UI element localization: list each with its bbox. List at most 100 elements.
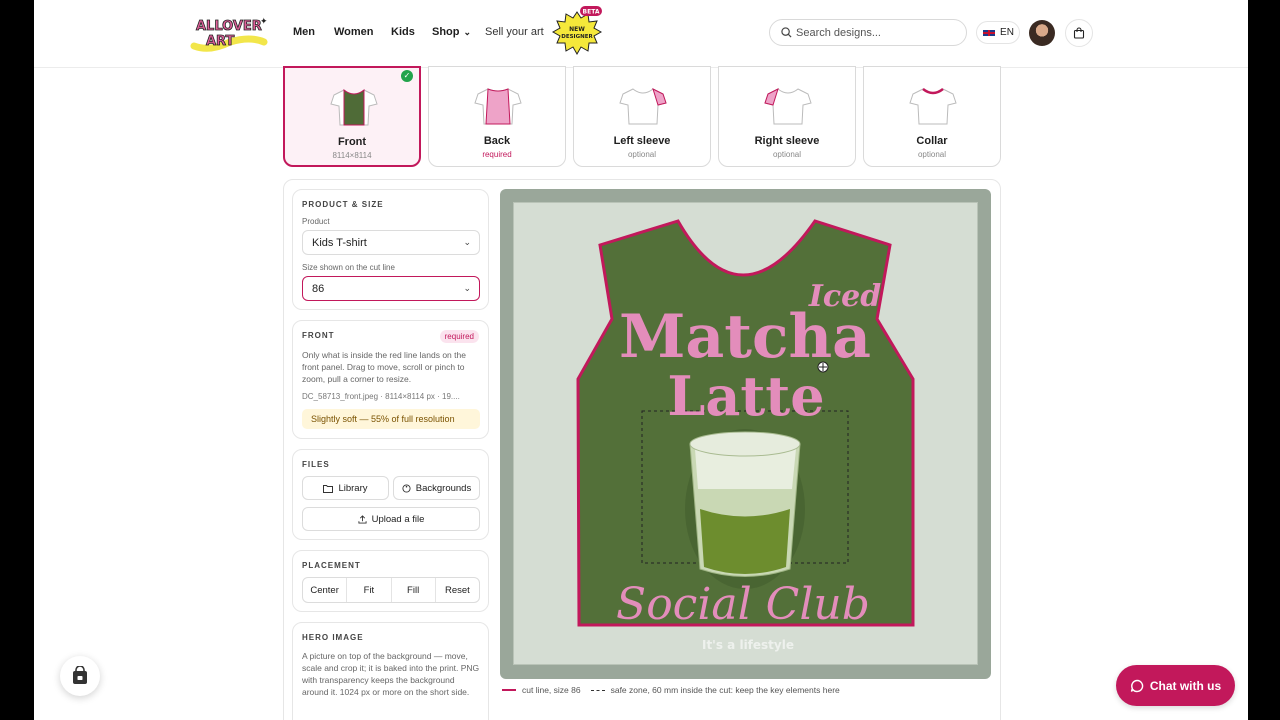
safe-zone-legend: safe zone, 60 mm inside the cut: keep th… [610,685,840,695]
search-input[interactable] [796,24,956,42]
backgrounds-button[interactable]: Backgrounds [393,476,480,500]
tshirt-left-sleeve-icon [619,88,667,125]
chat-button[interactable]: Chat with us [1116,665,1235,706]
hero-description: A picture on top of the background — mov… [302,651,480,697]
nav-kids[interactable]: Kids [391,26,415,38]
design-canvas[interactable]: Iced Matcha Latte Social Club It's a lif… [500,189,991,679]
matcha-glass-image [689,431,801,577]
avatar[interactable] [1029,20,1055,46]
placement-controls: Center Fit Fill Reset [302,577,480,603]
panel-sub: required [482,150,512,159]
safe-zone-swatch [590,689,605,691]
svg-text:ART: ART [206,34,234,49]
cut-line-legend: cut line, size 86 [522,685,581,695]
chat-bubble-icon [1130,679,1144,692]
folder-icon [323,484,334,493]
panel-label: Collar [916,135,948,147]
move-cursor-icon [817,361,829,373]
tshirt-right-sleeve-icon [764,88,812,125]
card-title: HERO IMAGE [302,633,364,642]
size-value: 86 [312,283,325,295]
panel-label: Right sleeve [754,135,820,147]
panel-label: Left sleeve [613,135,671,147]
allover-art-logo[interactable]: ALLOVER ART ✦ [190,12,270,54]
card-title: FILES [302,460,330,469]
cart-button[interactable] [1065,19,1093,47]
language-label: EN [1000,27,1014,38]
panel-sub: optional [917,150,947,159]
nav-sell-your-art[interactable]: Sell your art [485,26,544,38]
library-label: Library [338,482,368,494]
product-label: Product [302,217,330,226]
reset-button[interactable]: Reset [436,578,479,602]
nav-women[interactable]: Women [334,26,374,38]
bag-lock-icon [73,666,87,684]
language-selector[interactable]: EN [976,21,1020,44]
front-description: Only what is inside the red line lands o… [302,350,466,384]
front-panel-card: FRONT required Only what is inside the r… [292,320,489,439]
artwork-text-matcha: Matcha [619,302,871,372]
panel-sub: 8114×8114 [332,151,372,160]
svg-text:ALLOVER: ALLOVER [196,19,262,34]
chevron-down-icon: ⌄ [463,283,471,293]
tshirt-back-icon [474,88,522,125]
cut-line-swatch [502,689,516,691]
size-label: Size shown on the cut line [302,263,395,272]
hero-image-card: HERO IMAGE A picture on top of the backg… [292,622,489,720]
product-size-card: PRODUCT & SIZE Product Kids T-shirt ⌄ Si… [292,189,489,310]
nav-men[interactable]: Men [293,26,315,38]
new-designer-badge[interactable]: NEW DESIGNER BETA [550,4,604,60]
site-header: ALLOVER ART ✦ Men Women Kids Shop ⌄ Sell … [34,0,1248,68]
product-select[interactable]: Kids T-shirt ⌄ [302,230,480,255]
page: ALLOVER ART ✦ Men Women Kids Shop ⌄ Sell … [34,0,1248,720]
library-button[interactable]: Library [302,476,389,500]
card-title: PLACEMENT [302,561,361,570]
shopping-bag-icon [1073,27,1085,39]
svg-text:NEW: NEW [569,26,585,33]
nav-shop-label: Shop [432,26,460,38]
svg-text:✦: ✦ [260,17,268,27]
placement-card: PLACEMENT Center Fit Fill Reset [292,550,489,612]
artwork-text-social-club: Social Club [616,579,870,630]
upload-icon [358,514,367,524]
backgrounds-label: Backgrounds [415,482,472,494]
nav-shop[interactable]: Shop ⌄ [432,26,471,38]
fit-button[interactable]: Fit [347,578,392,602]
help-button[interactable] [60,656,100,696]
panel-sub: optional [627,150,657,159]
panel-label: Back [483,135,511,147]
check-icon: ✓ [401,70,413,82]
panel-tab-left-sleeve[interactable]: Left sleeve optional [573,66,711,167]
tshirt-front-icon [330,88,378,126]
panel-sub: optional [772,150,802,159]
chevron-down-icon: ⌄ [463,27,472,37]
chat-label: Chat with us [1149,678,1222,693]
upload-file-button[interactable]: Upload a file [302,507,480,531]
file-name: DC_58713_front.jpeg · 8114×8114 px · 19.… [302,392,460,401]
size-select[interactable]: 86 ⌄ [302,276,480,301]
uk-flag-icon [982,28,997,37]
resolution-warning: Slightly soft — 55% of full resolution [302,409,480,429]
files-card: FILES Library Backgrounds Upload a file [292,449,489,540]
center-button[interactable]: Center [303,578,348,602]
chevron-down-icon: ⌄ [463,237,471,247]
card-title: PRODUCT & SIZE [302,200,384,209]
fill-button[interactable]: Fill [392,578,436,602]
artwork-preview[interactable]: Iced Matcha Latte Social Club It's a lif… [500,189,991,679]
panel-tab-collar[interactable]: Collar optional [863,66,1001,167]
required-badge: required [439,330,479,343]
search-bar[interactable] [769,19,967,46]
upload-label: Upload a file [371,513,425,525]
palette-icon [402,483,411,493]
svg-text:BETA: BETA [583,9,600,16]
panel-tab-front[interactable]: ✓ Front 8114×8114 [283,66,421,167]
tshirt-collar-icon [909,87,957,125]
product-value: Kids T-shirt [312,237,367,249]
card-title: FRONT [302,331,335,340]
panel-tab-back[interactable]: Back required [428,66,566,167]
panel-label: Front [337,136,367,148]
artwork-text-latte: Latte [667,364,824,428]
canvas-legend: cut line, size 86 safe zone, 60 mm insid… [502,685,840,695]
panel-tab-right-sleeve[interactable]: Right sleeve optional [718,66,856,167]
search-icon [781,27,792,38]
